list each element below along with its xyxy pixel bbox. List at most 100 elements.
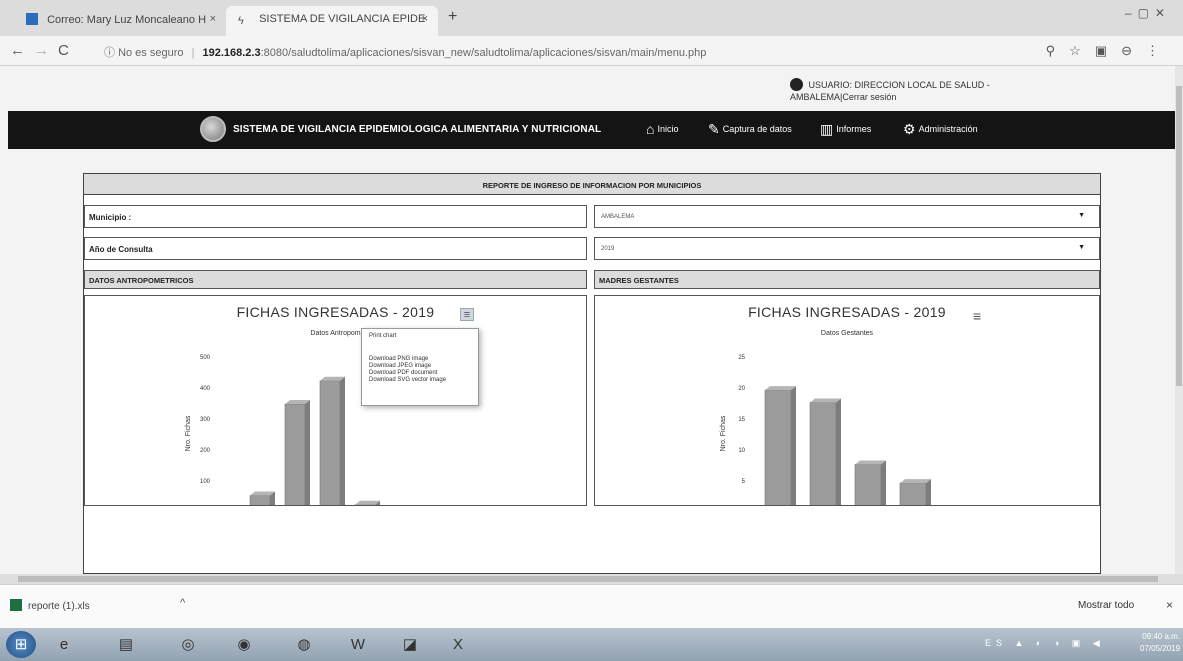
menu-print-chart[interactable]: Print chart <box>362 333 478 340</box>
word-icon[interactable]: W <box>340 631 376 658</box>
bar-chart-icon: ▥ <box>820 121 834 137</box>
bar-side <box>836 398 841 505</box>
chart-gestantes: FICHAS INGRESADAS - 2019 Datos Gestantes… <box>594 295 1100 506</box>
window-controls[interactable]: –▢✕ <box>1125 6 1171 20</box>
system-title: SISTEMA DE VIGILANCIA EPIDEMIOLOGICA ALI… <box>233 124 602 135</box>
nav-inicio-label: Inicio <box>657 124 679 134</box>
dropdown-arrow-icon: ▼ <box>1078 244 1085 251</box>
report-title: REPORTE DE INGRESO DE INFORMACION POR MU… <box>84 174 1100 195</box>
y-axis-title: Nro. Fichas <box>720 415 727 451</box>
nav-captura[interactable]: ✎ Captura de datos <box>708 121 792 138</box>
logout-link[interactable]: Cerrar sesión <box>842 92 896 102</box>
explorer-icon[interactable]: ▤ <box>108 631 144 658</box>
ie-icon[interactable]: e <box>46 631 82 658</box>
bar <box>390 505 415 506</box>
chart-plot: 0100200300400500Nro. FichasENEFEBMARABRM… <box>185 355 415 506</box>
nav-inicio[interactable]: ⌂ Inicio <box>646 121 678 137</box>
browser-actions[interactable]: ⚲☆▣⊖⋮ <box>1046 43 1173 59</box>
anio-select[interactable]: 2019 ▼ <box>594 237 1100 260</box>
y-tick-label: 500 <box>200 355 211 361</box>
bar-side <box>410 505 415 506</box>
menu-download-jpeg[interactable]: Download JPEG image <box>362 363 478 370</box>
bar-face <box>899 482 927 505</box>
menu-download-png[interactable]: Download PNG image <box>362 356 478 363</box>
section-gestantes: MADRES GESTANTES <box>594 270 1100 289</box>
user-icon <box>790 78 803 91</box>
bar <box>899 479 931 505</box>
bar-side <box>881 460 886 505</box>
download-item[interactable]: reporte (1).xls <box>10 599 90 612</box>
nav-captura-label: Captura de datos <box>722 124 792 134</box>
excel-icon[interactable]: X <box>440 631 476 658</box>
anio-value: 2019 <box>601 246 615 252</box>
close-icon[interactable]: × <box>1166 598 1173 612</box>
download-filename: reporte (1).xls <box>28 601 90 612</box>
nav-administracion[interactable]: ⚙ Administración <box>903 121 978 138</box>
tab-close-icon[interactable]: × <box>210 13 216 25</box>
chart-plot: 0510152025Nro. FichasENEFEBMARABRMeses <box>720 355 931 505</box>
bar <box>249 491 275 505</box>
media-icon[interactable]: ◎ <box>170 631 206 658</box>
show-all-button[interactable]: Mostrar todo <box>1078 600 1134 611</box>
bar-face <box>354 504 376 505</box>
system-tray[interactable]: ES ▲ ◐ ◑ ▣ ◀ <box>985 638 1105 649</box>
nav-informes-label: Informes <box>836 124 872 134</box>
municipio-select[interactable]: AMBALEMA ▼ <box>594 205 1100 228</box>
main-navbar: SISTEMA DE VIGILANCIA EPIDEMIOLOGICA ALI… <box>8 111 1175 149</box>
clock: 09:40 a.m. 07/05/2019 <box>1140 631 1180 655</box>
tab-close-icon[interactable]: × <box>422 13 428 25</box>
bar <box>764 386 796 505</box>
bar-top <box>765 386 796 391</box>
bar-side <box>340 376 345 505</box>
bar-top <box>900 479 931 484</box>
scroll-thumb[interactable] <box>18 576 1158 582</box>
chrome-icon[interactable]: ◉ <box>226 631 262 658</box>
dropdown-arrow-icon: ▼ <box>1078 212 1085 219</box>
chevron-up-icon[interactable]: ^ <box>180 597 185 609</box>
browser-tab-strip: Correo: Mary Luz Moncaleano H × ϟ SISTEM… <box>0 0 1183 36</box>
bar <box>319 376 345 505</box>
security-label: No es seguro <box>118 47 184 59</box>
user-line2: AMBALEMA <box>790 92 841 102</box>
bar-top <box>855 460 886 465</box>
outlook-icon <box>26 13 38 25</box>
address-bar: ← → C ⓘ No es seguro | 192.168.2.3:8080/… <box>0 36 1183 66</box>
back-icon[interactable]: ← <box>10 42 25 59</box>
scroll-thumb[interactable] <box>1176 86 1182 386</box>
windows-taskbar: ⊞ e ▤ ◎ ◉ ◍ W ◪ X ES ▲ ◐ ◑ ▣ ◀ 09:40 a.m… <box>0 628 1183 661</box>
firefox-icon[interactable]: ◍ <box>286 631 322 658</box>
info-icon: ⓘ <box>104 47 119 59</box>
nav-informes[interactable]: ▥ Informes <box>820 121 871 138</box>
chart-export-menu: Print chart Download PNG image Download … <box>361 328 479 406</box>
y-axis-title: Nro. Fichas <box>185 415 192 451</box>
tab-correo[interactable]: Correo: Mary Luz Moncaleano H × <box>14 6 226 36</box>
app-icon[interactable]: ◪ <box>392 631 428 658</box>
url-path: :8080/saludtolima/aplicaciones/sisvan_ne… <box>260 47 707 59</box>
reload-icon[interactable]: C <box>58 42 69 59</box>
tab-sisvan[interactable]: ϟ SISTEMA DE VIGILANCIA EPIDE × <box>226 6 438 36</box>
forward-icon[interactable]: → <box>34 42 49 59</box>
y-tick-label: 100 <box>200 479 211 485</box>
y-tick-label: 25 <box>738 355 745 361</box>
bar-face <box>284 403 306 505</box>
y-tick-label: 200 <box>200 448 211 454</box>
gear-icon: ⚙ <box>903 121 916 137</box>
edit-icon: ✎ <box>708 121 720 137</box>
municipio-value: AMBALEMA <box>601 214 635 220</box>
vertical-scrollbar[interactable] <box>1175 66 1183 574</box>
tab-title: SISTEMA DE VIGILANCIA EPIDE <box>259 13 426 25</box>
nav-admin-label: Administración <box>918 124 978 134</box>
user-info: USUARIO: DIRECCION LOCAL DE SALUD - AMBA… <box>790 78 990 102</box>
start-button-icon[interactable]: ⊞ <box>6 631 36 658</box>
y-tick-label: 400 <box>200 386 211 392</box>
anio-label: Año de Consulta <box>84 237 587 260</box>
bar-face <box>249 495 271 505</box>
new-tab-button[interactable]: + <box>448 8 457 26</box>
site-icon: ϟ <box>238 15 244 27</box>
url-field[interactable]: ⓘ No es seguro | 192.168.2.3:8080/saludt… <box>104 44 706 60</box>
y-tick-label: 10 <box>738 448 745 454</box>
menu-download-svg[interactable]: Download SVG vector image <box>362 377 478 384</box>
horizontal-scrollbar[interactable] <box>0 574 1183 584</box>
bar-face <box>809 402 837 505</box>
menu-download-pdf[interactable]: Download PDF document <box>362 370 478 377</box>
